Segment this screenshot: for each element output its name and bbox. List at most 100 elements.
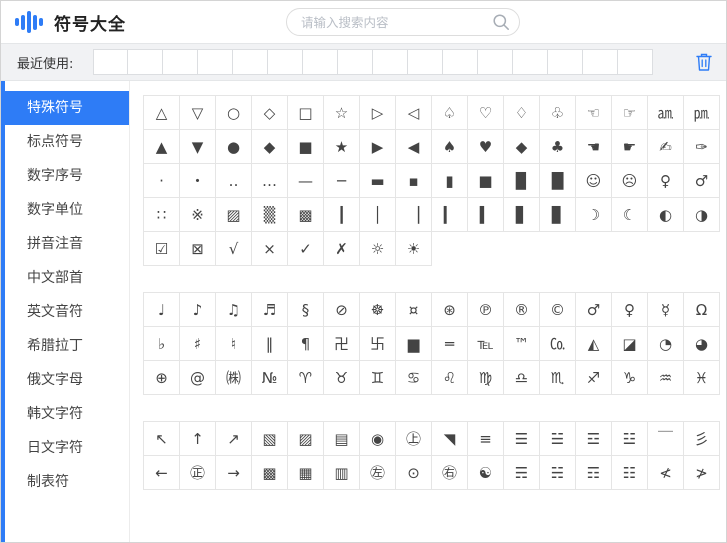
symbol-cell[interactable]: ♂ [576, 293, 612, 327]
symbol-cell[interactable]: © [540, 293, 576, 327]
symbol-cell[interactable]: ⊙ [396, 456, 432, 490]
symbol-cell[interactable]: … [252, 164, 288, 198]
symbol-cell[interactable]: ☱ [540, 422, 576, 456]
symbol-cell[interactable]: ※ [180, 198, 216, 232]
symbol-cell[interactable]: ㊨ [432, 456, 468, 490]
symbol-cell[interactable]: ● [216, 130, 252, 164]
symbol-cell[interactable]: ▶ [360, 130, 396, 164]
symbol-cell[interactable]: ☆ [324, 96, 360, 130]
symbol-cell[interactable]: ☽ [576, 198, 612, 232]
symbol-cell[interactable]: ▍ [468, 198, 504, 232]
sidebar-item-8[interactable]: 俄文字母 [5, 363, 129, 397]
symbol-cell[interactable]: ▩ [288, 198, 324, 232]
symbol-cell[interactable]: █ [540, 164, 576, 198]
symbol-cell[interactable]: 卐 [360, 327, 396, 361]
sidebar-item-10[interactable]: 日文字符 [5, 431, 129, 465]
symbol-cell[interactable]: ☿ [648, 293, 684, 327]
symbol-cell[interactable]: ℗ [468, 293, 504, 327]
symbol-cell[interactable]: ◐ [648, 198, 684, 232]
symbol-cell[interactable]: ∷ [144, 198, 180, 232]
symbol-cell[interactable]: ↑ [180, 422, 216, 456]
symbol-cell[interactable]: ▊ [540, 198, 576, 232]
symbol-cell[interactable]: ㊣ [180, 456, 216, 490]
symbol-cell[interactable]: § [288, 293, 324, 327]
symbol-cell[interactable]: ◆ [504, 130, 540, 164]
symbol-cell[interactable]: ♤ [432, 96, 468, 130]
symbol-cell[interactable]: ◁ [396, 96, 432, 130]
symbol-cell[interactable]: ♣ [540, 130, 576, 164]
symbol-cell[interactable]: @ [180, 361, 216, 395]
symbol-cell[interactable]: ® [504, 293, 540, 327]
symbol-cell[interactable]: │ [360, 198, 396, 232]
symbol-cell[interactable]: ㏇ [540, 327, 576, 361]
symbol-cell[interactable]: ◕ [684, 327, 720, 361]
symbol-cell[interactable]: ㏘ [684, 96, 720, 130]
sidebar-item-1[interactable]: 标点符号 [5, 125, 129, 159]
symbol-cell[interactable]: ◆ [252, 130, 288, 164]
symbol-cell[interactable]: ♫ [216, 293, 252, 327]
symbol-cell[interactable]: ✑ [684, 130, 720, 164]
symbol-cell[interactable]: ▋ [504, 198, 540, 232]
symbol-cell[interactable]: ㏂ [648, 96, 684, 130]
symbol-cell[interactable]: ◭ [576, 327, 612, 361]
symbol-cell[interactable]: ♪ [180, 293, 216, 327]
symbol-cell[interactable]: ‥ [216, 164, 252, 198]
sidebar-item-2[interactable]: 数字序号 [5, 159, 129, 193]
symbol-cell[interactable]: ♧ [540, 96, 576, 130]
symbol-cell[interactable]: ♊ [360, 361, 396, 395]
symbol-cell[interactable]: ￣ [648, 422, 684, 456]
symbol-cell[interactable]: □ [288, 96, 324, 130]
symbol-cell[interactable]: ☾ [612, 198, 648, 232]
sidebar-item-5[interactable]: 中文部首 [5, 261, 129, 295]
symbol-cell[interactable]: ▦ [288, 456, 324, 490]
symbol-cell[interactable]: ♡ [468, 96, 504, 130]
symbol-cell[interactable]: ▼ [180, 130, 216, 164]
symbol-cell[interactable]: ⊛ [432, 293, 468, 327]
symbol-cell[interactable]: ☹ [612, 164, 648, 198]
symbol-cell[interactable]: · [144, 164, 180, 198]
symbol-cell[interactable]: ¶ [288, 327, 324, 361]
symbol-cell[interactable]: ♈ [288, 361, 324, 395]
symbol-cell[interactable]: ♩ [144, 293, 180, 327]
symbol-cell[interactable]: ☀ [396, 232, 432, 266]
symbol-cell[interactable]: ≯ [684, 456, 720, 490]
symbol-cell[interactable]: ‖ [252, 327, 288, 361]
symbol-cell[interactable]: ☯ [468, 456, 504, 490]
symbol-cell[interactable]: ↗ [216, 422, 252, 456]
symbol-cell[interactable]: Ω [684, 293, 720, 327]
symbol-cell[interactable]: ☴ [504, 456, 540, 490]
symbol-cell[interactable]: ■ [288, 130, 324, 164]
symbol-cell[interactable]: ♯ [180, 327, 216, 361]
symbol-cell[interactable]: ◇ [252, 96, 288, 130]
symbol-cell[interactable]: ☷ [612, 456, 648, 490]
symbol-cell[interactable]: ¤ [396, 293, 432, 327]
symbol-cell[interactable]: × [252, 232, 288, 266]
symbol-cell[interactable]: 彡 [684, 422, 720, 456]
symbol-cell[interactable]: ✗ [324, 232, 360, 266]
symbol-cell[interactable]: ■ [468, 164, 504, 198]
symbol-cell[interactable]: ─ [324, 164, 360, 198]
clear-recent-trash-icon[interactable] [695, 52, 713, 72]
symbol-cell[interactable]: ♌ [432, 361, 468, 395]
symbol-cell[interactable]: ♬ [252, 293, 288, 327]
sidebar-item-4[interactable]: 拼音注音 [5, 227, 129, 261]
symbol-cell[interactable]: ♠ [432, 130, 468, 164]
symbol-cell[interactable]: ♀ [612, 293, 648, 327]
symbol-cell[interactable]: ○ [216, 96, 252, 130]
symbol-cell[interactable]: ▎ [432, 198, 468, 232]
symbol-cell[interactable]: ☺ [576, 164, 612, 198]
sidebar-item-3[interactable]: 数字单位 [5, 193, 129, 227]
symbol-cell[interactable]: ♒ [648, 361, 684, 395]
symbol-cell[interactable]: ☲ [576, 422, 612, 456]
symbol-cell[interactable]: ◪ [612, 327, 648, 361]
symbol-cell[interactable]: ♉ [324, 361, 360, 395]
symbol-cell[interactable]: ▧ [252, 422, 288, 456]
symbol-cell[interactable]: ★ [324, 130, 360, 164]
symbol-cell[interactable]: ♓ [684, 361, 720, 395]
symbol-cell[interactable]: ♏ [540, 361, 576, 395]
symbol-cell[interactable]: ♋ [396, 361, 432, 395]
symbol-cell[interactable]: ☜ [576, 96, 612, 130]
sidebar-item-11[interactable]: 制表符 [5, 465, 129, 499]
symbol-cell[interactable]: ▪ [396, 164, 432, 198]
symbol-cell[interactable]: ◥ [432, 422, 468, 456]
